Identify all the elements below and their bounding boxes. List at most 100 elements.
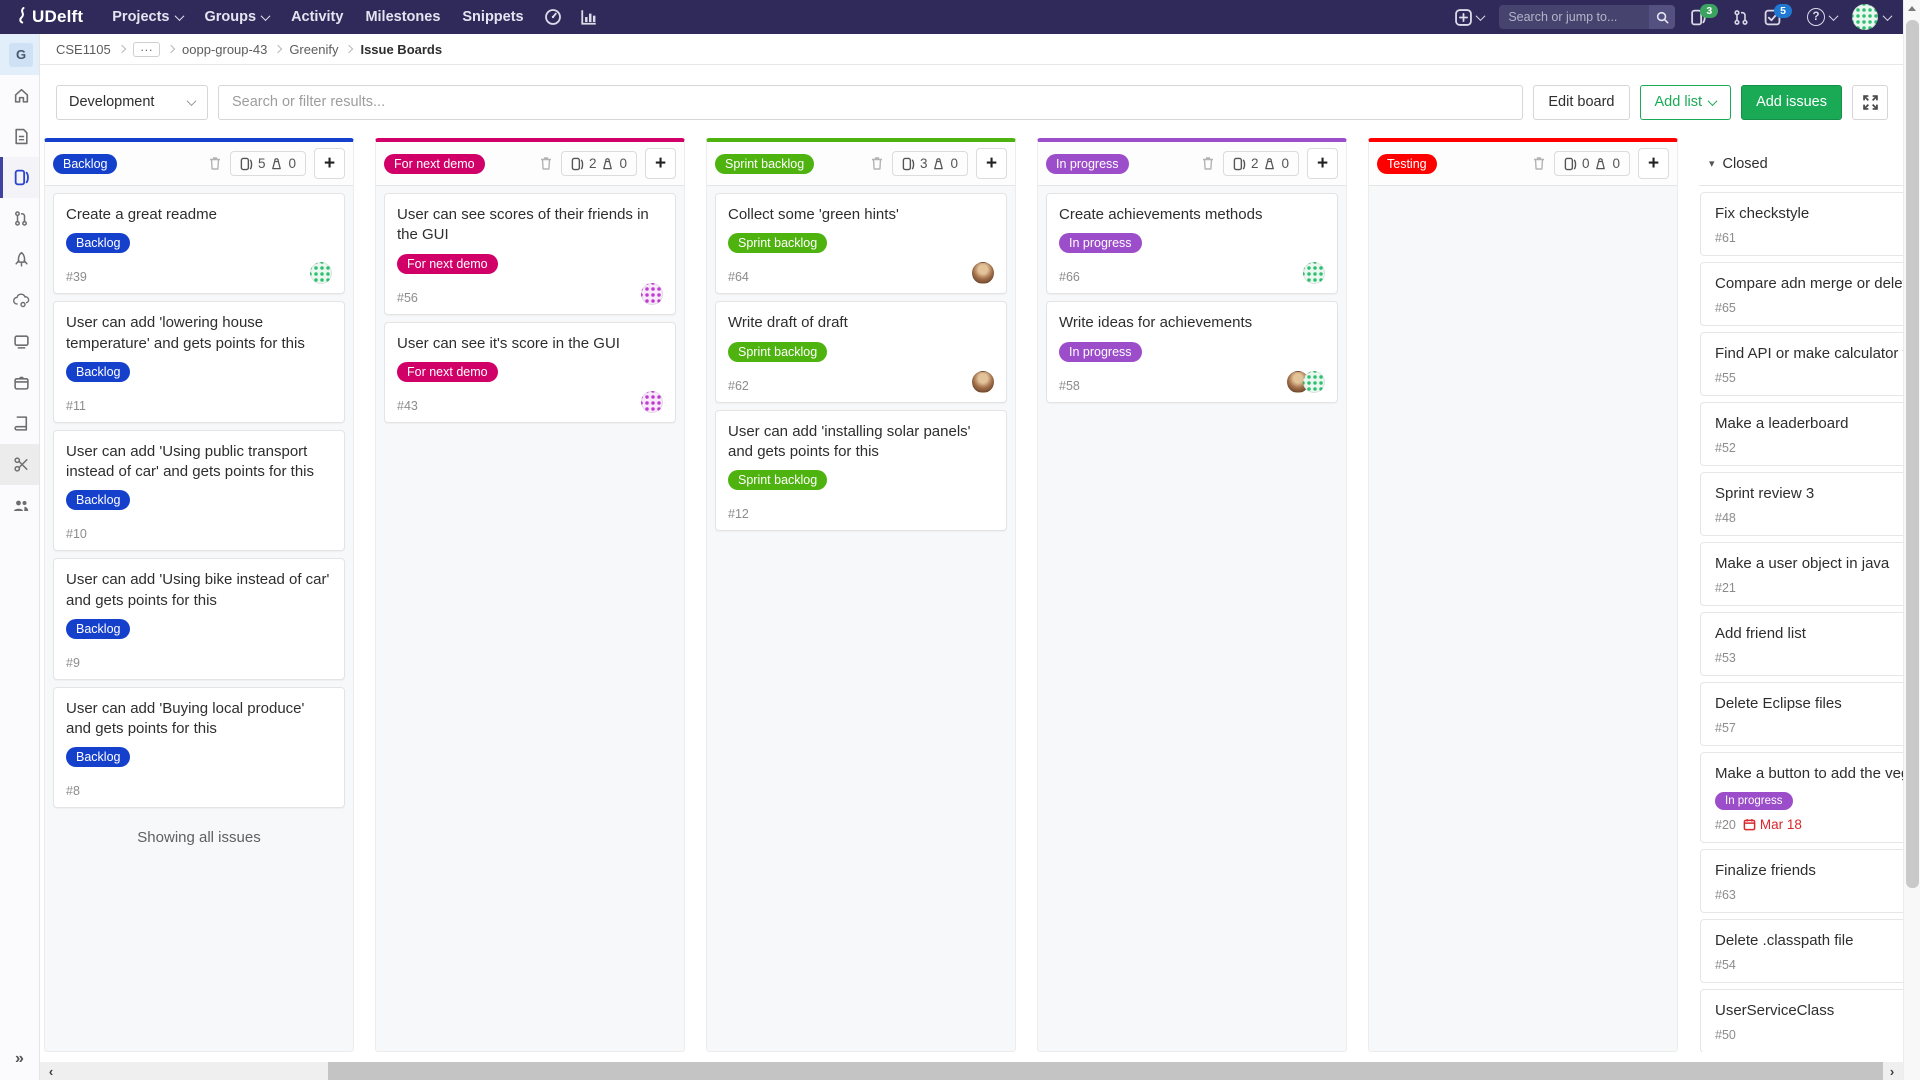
closed-column-header[interactable]: ▾ Closed	[1699, 142, 1903, 186]
closed-issue-card[interactable]: UserServiceClass #50	[1700, 989, 1903, 1052]
sidebar-item-monitor[interactable]	[0, 321, 39, 362]
add-card-button[interactable]: +	[314, 148, 345, 179]
sidebar-item-packages[interactable]	[0, 362, 39, 403]
card-label-pill[interactable]: Backlog	[66, 490, 130, 510]
issue-card[interactable]: Create a great readme Backlog #39	[53, 193, 345, 294]
assignee-avatar[interactable]	[641, 391, 663, 413]
sidebar-item-issue-boards[interactable]	[0, 157, 39, 198]
nav-item-projects[interactable]: Projects	[101, 0, 193, 34]
breadcrumb-group[interactable]: CSE1105	[56, 42, 111, 57]
closed-issue-card[interactable]: Finalize friends #63	[1700, 849, 1903, 913]
assignee-avatar[interactable]	[972, 371, 994, 393]
chart-icon[interactable]	[571, 0, 607, 34]
card-label-pill[interactable]: Sprint backlog	[728, 470, 827, 490]
scroll-right-arrow[interactable]: ›	[1883, 1062, 1901, 1080]
issue-card[interactable]: Write draft of draft Sprint backlog #62	[715, 301, 1007, 402]
assignee-avatar[interactable]	[1303, 371, 1325, 393]
breadcrumb-ellipsis-button[interactable]: …	[133, 42, 160, 57]
add-list-button[interactable]: Add list	[1640, 85, 1732, 120]
breadcrumb-subgroup[interactable]: oopp-group-43	[182, 42, 267, 57]
sidebar-item-project-overview[interactable]: G	[0, 34, 39, 75]
board-filter-input[interactable]	[218, 85, 1523, 120]
issue-card[interactable]: User can add 'Using public transport ins…	[53, 430, 345, 552]
closed-issue-card[interactable]: Sprint review 3 #48	[1700, 472, 1903, 536]
issue-card[interactable]: User can see scores of their friends in …	[384, 193, 676, 315]
edit-board-button[interactable]: Edit board	[1533, 85, 1629, 120]
closed-issue-card[interactable]: Make a user object in java #21	[1700, 542, 1903, 606]
card-label-pill[interactable]: For next demo	[397, 362, 498, 382]
card-label-pill[interactable]: In progress	[1059, 342, 1142, 362]
issue-card[interactable]: User can add 'Buying local produce' and …	[53, 687, 345, 809]
assignee-avatar[interactable]	[310, 262, 332, 284]
delete-list-icon[interactable]	[539, 156, 553, 171]
sidebar-item-members[interactable]	[0, 485, 39, 526]
board-switcher-dropdown[interactable]: Development	[56, 85, 208, 120]
issue-card[interactable]: User can add 'lowering house temperature…	[53, 301, 345, 423]
assignee-avatar[interactable]	[1303, 262, 1325, 284]
add-card-button[interactable]: +	[976, 148, 1007, 179]
delete-list-icon[interactable]	[1532, 156, 1546, 171]
column-label-pill[interactable]: Sprint backlog	[715, 154, 814, 174]
card-label-pill[interactable]: For next demo	[397, 254, 498, 274]
sidebar-item-merge-requests[interactable]	[0, 198, 39, 239]
closed-issue-card[interactable]: Make a leaderboard #52	[1700, 402, 1903, 466]
nav-item-activity[interactable]: Activity	[280, 0, 354, 34]
vertical-scrollbar-thumb[interactable]	[1906, 20, 1919, 888]
closed-issue-card[interactable]: Make a button to add the vegetarian In p…	[1700, 752, 1903, 843]
column-label-pill[interactable]: For next demo	[384, 154, 485, 174]
delete-list-icon[interactable]	[1201, 156, 1215, 171]
column-label-pill[interactable]: Backlog	[53, 154, 117, 174]
nav-item-milestones[interactable]: Milestones	[354, 0, 451, 34]
user-menu[interactable]	[1852, 4, 1891, 30]
assignee-avatar[interactable]	[641, 283, 663, 305]
closed-issue-card[interactable]: Find API or make calculator for CO2 #55	[1700, 332, 1903, 396]
add-card-button[interactable]: +	[1307, 148, 1338, 179]
assignee-avatar[interactable]	[972, 262, 994, 284]
vertical-scrollbar[interactable]	[1903, 0, 1920, 1080]
issue-card[interactable]: Create achievements methods In progress …	[1046, 193, 1338, 294]
issue-card[interactable]: User can add 'installing solar panels' a…	[715, 410, 1007, 532]
scroll-up-arrow[interactable]	[1904, 0, 1920, 16]
issues-shortcut[interactable]: 3	[1690, 9, 1718, 26]
column-label-pill[interactable]: In progress	[1046, 154, 1129, 174]
scroll-left-arrow[interactable]: ‹	[42, 1062, 60, 1080]
card-label-pill[interactable]: Sprint backlog	[728, 342, 827, 362]
closed-issue-card[interactable]: Fix checkstyle #61	[1700, 192, 1903, 256]
help-menu[interactable]: ?	[1807, 8, 1837, 26]
delete-list-icon[interactable]	[208, 156, 222, 171]
horizontal-scrollbar[interactable]: ‹ ›	[40, 1062, 1903, 1080]
sidebar-item-snippets[interactable]	[0, 444, 39, 485]
add-issues-button[interactable]: Add issues	[1741, 85, 1842, 120]
sidebar-item-wiki[interactable]	[0, 403, 39, 444]
sidebar-item-home[interactable]	[0, 75, 39, 116]
closed-issue-card[interactable]: Delete Eclipse files #57	[1700, 682, 1903, 746]
column-label-pill[interactable]: Testing	[1377, 154, 1437, 174]
sidebar-item-operations[interactable]	[0, 280, 39, 321]
sidebar-item-ci-cd[interactable]	[0, 239, 39, 280]
issue-card[interactable]: User can see it's score in the GUI For n…	[384, 322, 676, 423]
tudelft-logo[interactable]: UDelft	[14, 7, 83, 27]
nav-item-snippets[interactable]: Snippets	[451, 0, 534, 34]
breadcrumb-project[interactable]: Greenify	[289, 42, 338, 57]
fullscreen-button[interactable]	[1852, 85, 1888, 120]
issue-card[interactable]: Write ideas for achievements In progress…	[1046, 301, 1338, 402]
dashboard-gauge-icon[interactable]	[535, 0, 571, 34]
card-label-pill[interactable]: Backlog	[66, 619, 130, 639]
issue-card[interactable]: User can add 'Using bike instead of car'…	[53, 558, 345, 680]
delete-list-icon[interactable]	[870, 156, 884, 171]
issue-card[interactable]: Collect some 'green hints' Sprint backlo…	[715, 193, 1007, 294]
add-card-button[interactable]: +	[645, 148, 676, 179]
card-label-pill[interactable]: Sprint backlog	[728, 233, 827, 253]
sidebar-collapse-toggle[interactable]: »	[0, 1038, 39, 1080]
new-menu-button[interactable]	[1455, 9, 1484, 26]
horizontal-scrollbar-thumb[interactable]	[328, 1062, 1883, 1080]
card-label-pill[interactable]: Backlog	[66, 233, 130, 253]
closed-issue-card[interactable]: Add friend list #53	[1700, 612, 1903, 676]
sidebar-item-repository[interactable]	[0, 116, 39, 157]
merge-requests-shortcut[interactable]	[1733, 9, 1749, 26]
card-label-pill[interactable]: In progress	[1715, 792, 1793, 810]
card-label-pill[interactable]: In progress	[1059, 233, 1142, 253]
card-label-pill[interactable]: Backlog	[66, 362, 130, 382]
todos-shortcut[interactable]: 5	[1764, 9, 1792, 26]
card-label-pill[interactable]: Backlog	[66, 747, 130, 767]
